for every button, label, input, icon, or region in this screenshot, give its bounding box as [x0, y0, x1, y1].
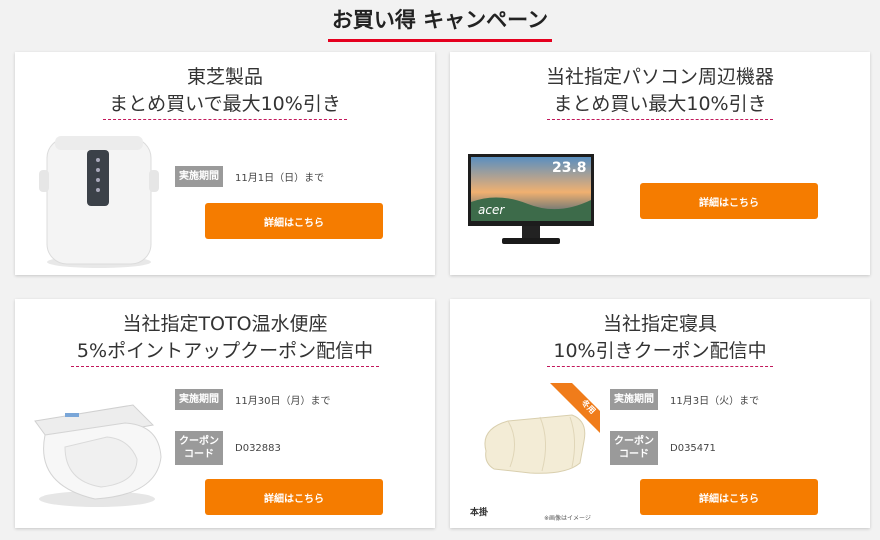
campaign-card-toshiba: 東芝製品 まとめ買いで最大10%引き 実施期間 11月1日（日）まで 詳細はこち… [15, 52, 435, 275]
acer-logo: acer [478, 203, 505, 217]
period-value: 11月30日（月）まで [235, 396, 331, 407]
coupon-code: D032883 [235, 442, 281, 454]
period-row: 実施期間 11月30日（月）まで [175, 389, 330, 410]
card-title-line2: まとめ買いで最大10%引き [103, 91, 347, 120]
card-title-line1: 当社指定寝具 [602, 313, 717, 335]
period-row: 実施期間 11月3日（火）まで [610, 389, 759, 410]
card-title-line2: 5%ポイントアップクーポン配信中 [70, 338, 380, 367]
image-note: ※画像はイメージ [544, 515, 591, 522]
card-title: 当社指定パソコン周辺機器 まとめ買い最大10%引き [450, 64, 870, 120]
campaign-card-bedding: 当社指定寝具 10%引きクーポン配信中 冬用 本掛 ※画像はイメージ 実施期間 … [450, 299, 870, 528]
card-title-line1: 当社指定パソコン周辺機器 [545, 66, 774, 88]
coupon-label: クーポンコード [610, 431, 658, 465]
card-title: 当社指定寝具 10%引きクーポン配信中 [450, 311, 870, 367]
period-value: 11月3日（火）まで [670, 396, 760, 407]
campaign-card-pc-peripherals: 当社指定パソコン周辺機器 まとめ買い最大10%引き 23.8 acer 詳細はこ… [450, 52, 870, 275]
card-title-line1: 当社指定TOTO温水便座 [122, 313, 328, 335]
period-value: 11月1日（日）まで [235, 173, 325, 184]
monitor-image: 23.8 acer [468, 154, 594, 244]
card-title: 当社指定TOTO温水便座 5%ポイントアップクーポン配信中 [15, 311, 435, 367]
monitor-size-label: 23.8 [552, 160, 587, 176]
comforter-image [484, 414, 586, 474]
page-title: お買い得 キャンペーン [327, 4, 553, 42]
coupon-code: D035471 [670, 442, 716, 454]
card-title-line1: 東芝製品 [186, 66, 263, 88]
card-title-line2: 10%引きクーポン配信中 [547, 338, 773, 367]
bedding-caption-honkake: 本掛 [470, 508, 489, 518]
toilet-seat-image [34, 404, 162, 507]
details-button[interactable]: 詳細はこちら [640, 479, 818, 515]
coupon-row: クーポンコード D035471 [610, 431, 716, 465]
card-title-line2: まとめ買い最大10%引き [547, 91, 773, 120]
period-row: 実施期間 11月1日（日）まで [175, 166, 324, 187]
card-title: 東芝製品 まとめ買いで最大10%引き [15, 64, 435, 120]
details-button[interactable]: 詳細はこちら [205, 479, 383, 515]
period-label: 実施期間 [610, 389, 658, 410]
period-label: 実施期間 [175, 389, 223, 410]
details-button[interactable]: 詳細はこちら [205, 203, 383, 239]
page-heading: お買い得 キャンペーン [0, 4, 880, 42]
humidifier-image [39, 136, 159, 268]
coupon-row: クーポンコード D032883 [175, 431, 281, 465]
coupon-label: クーポンコード [175, 431, 223, 465]
period-label: 実施期間 [175, 166, 223, 187]
details-button[interactable]: 詳細はこちら [640, 183, 818, 219]
campaign-card-toto: 当社指定TOTO温水便座 5%ポイントアップクーポン配信中 実施期間 11月30… [15, 299, 435, 528]
